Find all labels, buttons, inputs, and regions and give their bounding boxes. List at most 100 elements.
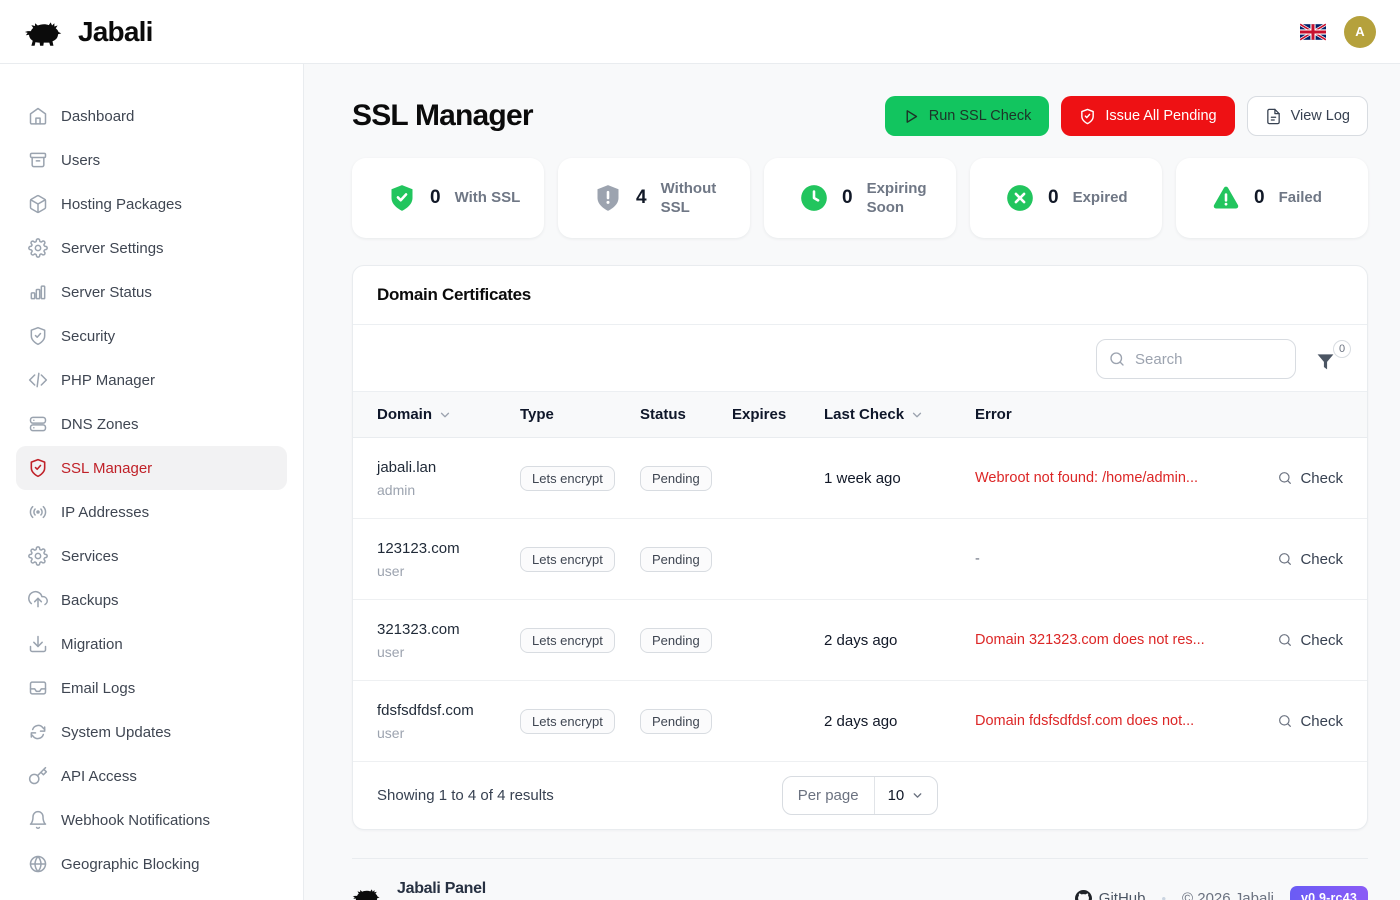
domain-owner: user [377, 725, 520, 741]
issue-all-pending-button[interactable]: Issue All Pending [1061, 96, 1234, 136]
check-button[interactable]: Check [1277, 713, 1343, 730]
stat-card-with-ssl: 0 With SSL [352, 158, 544, 238]
error-message: - [975, 551, 1247, 567]
sidebar-item-server-status[interactable]: Server Status [16, 270, 287, 314]
column-header-error: Error [975, 406, 1247, 423]
sidebar-item-label: PHP Manager [61, 372, 155, 389]
table-row: 123123.com user Lets encrypt Pending - C… [353, 519, 1367, 600]
sidebar-item-label: System Updates [61, 724, 171, 741]
results-summary: Showing 1 to 4 of 4 results [377, 787, 782, 804]
cloud-upload-icon [28, 590, 48, 610]
stat-label: With SSL [455, 188, 521, 208]
sidebar-item-server-settings[interactable]: Server Settings [16, 226, 287, 270]
copyright-text: © 2026 Jabali [1182, 890, 1274, 900]
user-avatar[interactable]: A [1344, 16, 1376, 48]
check-button[interactable]: Check [1277, 551, 1343, 568]
sidebar-item-ssl-manager[interactable]: SSL Manager [16, 446, 287, 490]
brand-logo[interactable]: Jabali [24, 14, 153, 50]
sidebar-item-backups[interactable]: Backups [16, 578, 287, 622]
view-log-button[interactable]: View Log [1247, 96, 1368, 136]
sidebar-item-ip-addresses[interactable]: IP Addresses [16, 490, 287, 534]
github-link[interactable]: GitHub [1075, 890, 1146, 900]
sidebar-item-security[interactable]: Security [16, 314, 287, 358]
column-header-status: Status [640, 406, 732, 423]
panel-title: Domain Certificates [377, 285, 1343, 305]
globe-icon [28, 854, 48, 874]
sidebar-item-label: Security [61, 328, 115, 345]
stat-card-expired: 0 Expired [970, 158, 1162, 238]
check-button[interactable]: Check [1277, 470, 1343, 487]
column-header-expires: Expires [732, 406, 824, 423]
clock-icon [800, 184, 828, 212]
table-header-row: Domain Type Status Expires Last Check Er… [353, 391, 1367, 438]
top-header: Jabali A [0, 0, 1400, 64]
stat-label: Without SSL [661, 179, 740, 218]
sidebar-item-label: Migration [61, 636, 123, 653]
sidebar-item-label: DNS Zones [61, 416, 139, 433]
sidebar-item-label: Hosting Packages [61, 196, 182, 213]
footer-brand: Jabali Panel [397, 880, 548, 898]
sidebar-item-api-access[interactable]: API Access [16, 754, 287, 798]
sidebar-item-label: Webhook Notifications [61, 812, 210, 829]
column-header-last-check[interactable]: Last Check [824, 406, 975, 423]
column-label: Expires [732, 406, 786, 423]
archive-icon [28, 150, 48, 170]
domain-name: 123123.com [377, 540, 520, 557]
last-check-value: 1 week ago [824, 470, 975, 487]
sidebar-item-users[interactable]: Users [16, 138, 287, 182]
play-icon [903, 108, 920, 125]
column-label: Error [975, 406, 1012, 423]
sidebar-item-system-updates[interactable]: System Updates [16, 710, 287, 754]
view-log-label: View Log [1291, 108, 1350, 124]
sidebar-item-email-logs[interactable]: Email Logs [16, 666, 287, 710]
stat-count: 0 [1048, 187, 1059, 209]
stat-label: Expired [1073, 188, 1128, 208]
sidebar-item-label: Services [61, 548, 119, 565]
domain-name: jabali.lan [377, 459, 520, 476]
sidebar-item-label: Server Status [61, 284, 152, 301]
sidebar-item-dashboard[interactable]: Dashboard [16, 94, 287, 138]
domain-name: 321323.com [377, 621, 520, 638]
chevron-down-icon [910, 408, 924, 422]
download-icon [28, 634, 48, 654]
column-header-type: Type [520, 406, 640, 423]
shield-check-icon [1079, 108, 1096, 125]
sidebar-item-hosting-packages[interactable]: Hosting Packages [16, 182, 287, 226]
sidebar-item-php-manager[interactable]: PHP Manager [16, 358, 287, 402]
table-row: jabali.lan admin Lets encrypt Pending 1 … [353, 438, 1367, 519]
per-page-select[interactable]: Per page 10 [782, 776, 939, 815]
status-badge: Pending [640, 628, 712, 653]
run-ssl-check-button[interactable]: Run SSL Check [885, 96, 1050, 136]
search-icon [1108, 350, 1126, 368]
check-label: Check [1300, 632, 1343, 649]
main-content: SSL Manager Run SSL Check Issue All Pend… [304, 64, 1400, 900]
check-button[interactable]: Check [1277, 632, 1343, 649]
domain-owner: user [377, 563, 520, 579]
domain-certificates-panel: Domain Certificates 0 Domain Type St [352, 265, 1368, 830]
status-badge: Pending [640, 709, 712, 734]
per-page-value: 10 [888, 787, 905, 804]
language-flag-icon[interactable] [1300, 23, 1326, 41]
sidebar-item-label: Geographic Blocking [61, 856, 199, 873]
status-badge: Pending [640, 547, 712, 572]
sidebar-item-geographic-blocking[interactable]: Geographic Blocking [16, 842, 287, 886]
check-label: Check [1300, 713, 1343, 730]
stat-card-without-ssl: 4 Without SSL [558, 158, 750, 238]
filter-button[interactable]: 0 [1316, 346, 1343, 373]
sidebar-item-webhook-notifications[interactable]: Webhook Notifications [16, 798, 287, 842]
github-label: GitHub [1099, 890, 1146, 900]
magnifier-icon [1277, 551, 1293, 567]
refresh-icon [28, 722, 48, 742]
search-input[interactable] [1096, 339, 1296, 379]
sidebar-item-dns-zones[interactable]: DNS Zones [16, 402, 287, 446]
sidebar-item-services[interactable]: Services [16, 534, 287, 578]
sidebar-item-label: Backups [61, 592, 119, 609]
sidebar-item-label: Server Settings [61, 240, 164, 257]
domain-owner: admin [377, 482, 520, 498]
column-header-domain[interactable]: Domain [377, 406, 520, 423]
check-label: Check [1300, 551, 1343, 568]
x-circle-icon [1006, 184, 1034, 212]
type-badge: Lets encrypt [520, 466, 615, 491]
sidebar-item-migration[interactable]: Migration [16, 622, 287, 666]
table-row: fdsfsdfdsf.com user Lets encrypt Pending… [353, 681, 1367, 762]
